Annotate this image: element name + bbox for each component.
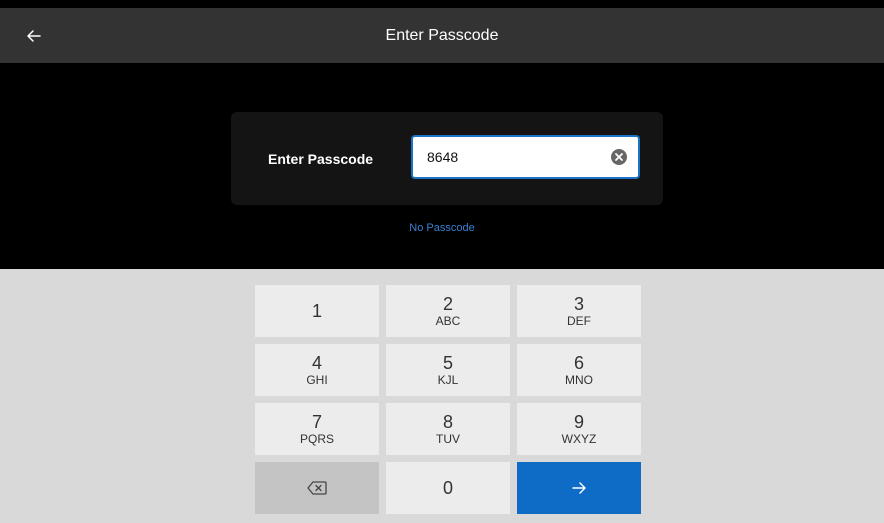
key-2[interactable]: 2 ABC: [386, 285, 510, 337]
key-5[interactable]: 5 KJL: [386, 344, 510, 396]
top-bar: Enter Passcode: [0, 8, 884, 63]
key-3-letters: DEF: [567, 313, 591, 328]
key-3[interactable]: 3 DEF: [517, 285, 641, 337]
key-0-number: 0: [442, 478, 453, 498]
key-4-letters: GHI: [306, 372, 328, 387]
key-6-number: 6: [573, 352, 584, 373]
key-5-number: 5: [442, 352, 453, 373]
key-3-number: 3: [573, 293, 584, 314]
submit-button[interactable]: [517, 462, 641, 514]
arrow-right-icon: [572, 482, 586, 494]
key-6-letters: MNO: [565, 372, 593, 387]
key-6[interactable]: 6 MNO: [517, 344, 641, 396]
key-7-letters: PQRS: [299, 431, 334, 446]
backspace-icon: [307, 481, 327, 495]
clear-circle-icon: [611, 149, 627, 165]
key-8-number: 8: [442, 411, 453, 432]
passcode-input[interactable]: 8648: [411, 135, 640, 179]
passcode-panel: Enter Passcode 8648: [231, 112, 663, 205]
backspace-button[interactable]: [255, 462, 379, 514]
no-passcode-link[interactable]: No Passcode: [0, 222, 884, 234]
key-1-number: 1: [311, 301, 322, 321]
key-8[interactable]: 8 TUV: [386, 403, 510, 455]
key-9[interactable]: 9 WXYZ: [517, 403, 641, 455]
key-4[interactable]: 4 GHI: [255, 344, 379, 396]
page-title: Enter Passcode: [385, 26, 499, 44]
key-0[interactable]: 0: [386, 462, 510, 514]
clear-input-button[interactable]: [610, 148, 628, 166]
key-8-letters: TUV: [436, 431, 460, 446]
key-9-letters: WXYZ: [561, 431, 597, 446]
key-5-letters: KJL: [437, 372, 459, 387]
key-2-number: 2: [442, 293, 453, 314]
key-4-number: 4: [311, 352, 322, 373]
key-1[interactable]: 1: [255, 285, 379, 337]
key-9-number: 9: [573, 411, 584, 432]
passcode-input-value: 8648: [427, 149, 459, 165]
key-2-letters: ABC: [435, 313, 461, 328]
key-7[interactable]: 7 PQRS: [255, 403, 379, 455]
key-7-number: 7: [311, 411, 322, 432]
keypad: 1 2 ABC 3 DEF 4 GHI 5 KJL 6 MNO 7 PQRS 8…: [0, 269, 884, 523]
passcode-label: Enter Passcode: [268, 150, 374, 167]
